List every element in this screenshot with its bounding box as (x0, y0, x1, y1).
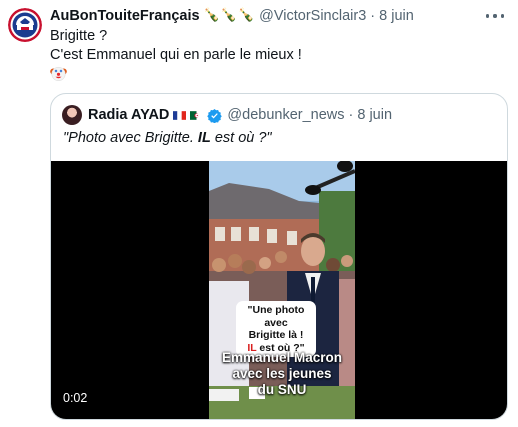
video-player[interactable]: "Une photo avec Brigitte là ! IL est où … (51, 161, 507, 419)
quoted-text-pre: "Photo avec Brigitte. (63, 130, 198, 146)
caption-line: Emmanuel Macron (221, 350, 343, 365)
tweet-text: Brigitte ? C'est Emmanuel qui en parle l… (50, 27, 302, 65)
separator-dot: · (370, 8, 376, 24)
bubble-line: "Une photo avec (247, 304, 305, 329)
video-overlay-bubble: "Une photo avec Brigitte là ! IL est où … (236, 301, 316, 357)
quoted-avatar[interactable] (62, 105, 82, 125)
display-name[interactable]: AuBonTouiteFrançais (50, 6, 200, 26)
user-handle[interactable]: @VictorSinclair3 (259, 6, 366, 26)
made-in-france-badge-icon (8, 8, 42, 42)
video-duration: 0:02 (63, 391, 88, 405)
more-options-button[interactable] (486, 9, 504, 23)
quoted-date: 8 juin (357, 107, 393, 123)
caption-line: du SNU (257, 382, 307, 397)
caption-line: avec les jeunes (232, 366, 332, 381)
clown-face-icon (50, 65, 67, 82)
more-dot-icon (493, 14, 497, 18)
quoted-tweet-header: Radia AYAD @debunker_news · 8 juin (62, 104, 392, 126)
quoted-display-name: Radia AYAD (88, 107, 170, 123)
avatar[interactable] (8, 8, 42, 42)
quoted-tweet[interactable]: Radia AYAD @debunker_news · 8 juin "Phot… (50, 93, 508, 420)
champagne-emoji-icons: 🍾🍾🍾 (203, 8, 256, 23)
france-flag-icon (173, 110, 187, 120)
tweet-text-line: C'est Emmanuel qui en parle le mieux ! (50, 47, 302, 63)
more-dot-icon (486, 14, 490, 18)
quoted-text-post: est où ?" (210, 130, 272, 146)
video-caption: Emmanuel Macron avec les jeunes du SNU (209, 350, 355, 398)
tweet-header: AuBonTouiteFrançais 🍾🍾🍾 @VictorSinclair3… (50, 6, 414, 26)
algeria-flag-icon (190, 110, 204, 120)
more-dot-icon (500, 14, 504, 18)
quoted-text-bold: IL (197, 130, 211, 146)
video-frame[interactable]: "Une photo avec Brigitte là ! IL est où … (209, 161, 355, 419)
tweet[interactable]: AuBonTouiteFrançais 🍾🍾🍾 @VictorSinclair3… (0, 0, 518, 427)
tweet-date[interactable]: 8 juin (379, 6, 414, 26)
verified-badge-icon (207, 108, 223, 123)
quoted-handle: @debunker_news (227, 107, 345, 123)
tweet-text-line: Brigitte ? (50, 28, 108, 44)
separator-dot: · (348, 107, 354, 123)
quoted-tweet-text: "Photo avec Brigitte. IL est où ?" (63, 130, 272, 146)
bubble-line: Brigitte là ! (248, 329, 304, 341)
